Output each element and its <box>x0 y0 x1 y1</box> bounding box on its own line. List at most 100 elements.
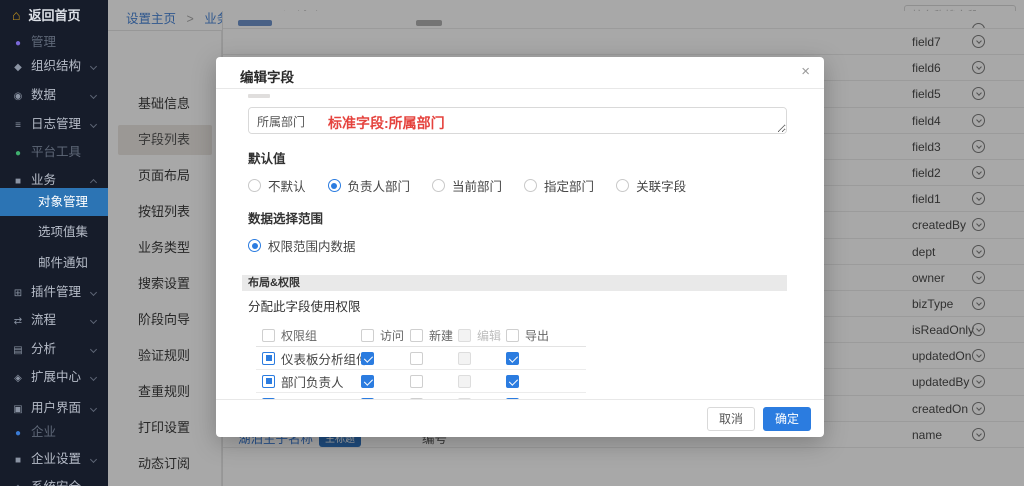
security-icon: ◇ <box>12 475 24 486</box>
permission-table: 权限组 访问 新建 编辑 导出 仪表板分析组件 部门负责人 <box>256 324 586 399</box>
analysis-icon: ▤ <box>12 337 24 365</box>
radio-option-no-default[interactable]: 不默认 <box>248 176 306 195</box>
cancel-button[interactable]: 取消 <box>707 407 755 431</box>
enterprise-icon: ● <box>12 420 24 448</box>
radio-icon[interactable] <box>432 179 445 192</box>
primary-sidebar: ⌂ 返回首页 ● 管理 ◆ 组织结构 ◉数据 ≡日志管理 ●平台工具 ■ 业务 对象管理… <box>0 0 108 486</box>
chevron-down-icon <box>90 92 97 99</box>
chevron-down-icon <box>90 405 97 412</box>
default-value-label: 默认值 <box>248 148 792 167</box>
sidebar-item-label: 企业 <box>31 425 56 439</box>
sidebar-item-option-sets[interactable]: 选项值集 <box>0 218 108 246</box>
radio-option-permission-scope[interactable]: 权限范围内数据 <box>248 236 356 255</box>
radio-icon[interactable] <box>616 179 629 192</box>
permission-header-row: 权限组 访问 新建 编辑 导出 <box>256 324 586 347</box>
sidebar-item-label: 扩展中心 <box>31 370 81 384</box>
workflow-icon: ⇄ <box>12 308 24 336</box>
sidebar-item-enterprise-settings[interactable]: ■企业设置 <box>0 445 108 473</box>
chevron-down-icon <box>90 456 97 463</box>
create-checkbox[interactable] <box>410 352 423 365</box>
field-name-group: 所属部门 标准字段:所属部门 <box>248 107 792 134</box>
radio-checked-icon[interactable] <box>248 239 261 252</box>
chevron-down-icon <box>90 346 97 353</box>
col-export-label: 导出 <box>525 327 549 344</box>
sidebar-item-label: 分析 <box>31 342 56 356</box>
org-structure-icon: ◆ <box>12 54 24 82</box>
radio-option-current-dept[interactable]: 当前部门 <box>432 176 502 195</box>
radio-checked-icon[interactable] <box>328 179 341 192</box>
enterprise-settings-icon: ■ <box>12 447 24 475</box>
access-checkbox[interactable] <box>361 352 374 365</box>
close-icon[interactable]: × <box>801 64 810 79</box>
plugin-icon: ⊞ <box>12 280 24 308</box>
chevron-down-icon <box>90 63 97 70</box>
sidebar-item-log-mgmt[interactable]: ≡日志管理 <box>0 110 108 138</box>
sidebar-item-enterprise[interactable]: ● 企业 <box>0 418 108 446</box>
row-indeterminate-checkbox[interactable] <box>262 352 275 365</box>
sidebar-item-system-security[interactable]: ◇ 系统安全 <box>0 473 108 486</box>
radio-option-specified-dept[interactable]: 指定部门 <box>524 176 594 195</box>
sidebar-item-label: 管理 <box>31 35 56 49</box>
col-access-checkbox[interactable] <box>361 329 374 342</box>
sidebar-item-label: 选项值集 <box>38 225 88 239</box>
sidebar-item-back-home[interactable]: ⌂ 返回首页 <box>0 0 108 30</box>
sidebar-item-plugin-mgmt[interactable]: ⊞ 插件管理 <box>0 278 108 306</box>
export-checkbox[interactable] <box>506 375 519 388</box>
sidebar-item-org-structure[interactable]: ◆ 组织结构 <box>0 52 108 80</box>
field-name-textarea[interactable]: 所属部门 <box>248 107 787 134</box>
sidebar-item-label: 插件管理 <box>31 285 81 299</box>
permission-group-name: 部门负责人 <box>281 372 344 391</box>
sidebar-item-mail-notify[interactable]: 邮件通知 <box>0 249 108 277</box>
app-window: ⌂ 返回首页 ● 管理 ◆ 组织结构 ◉数据 ≡日志管理 ●平台工具 ■ 业务 对象管理… <box>0 0 1024 486</box>
sidebar-item-object-mgmt[interactable]: 对象管理 <box>0 188 108 216</box>
chevron-down-icon <box>90 317 97 324</box>
col-edit-checkbox-disabled <box>458 329 471 342</box>
sidebar-item-label: 业务 <box>31 173 56 187</box>
col-export-checkbox[interactable] <box>506 329 519 342</box>
clipped-field-label <box>248 94 270 98</box>
sidebar-item-analysis[interactable]: ▤ 分析 <box>0 335 108 363</box>
modal-body: 所属部门 标准字段:所属部门 默认值 不默认 负责人部门 当前部门 指定部门 关… <box>216 90 824 399</box>
home-icon: ⌂ <box>12 7 20 23</box>
chevron-up-icon <box>90 179 97 186</box>
sidebar-item-extension-center[interactable]: ◈ 扩展中心 <box>0 363 108 391</box>
modal-header: 编辑字段 × <box>216 57 824 89</box>
radio-label: 关联字段 <box>636 176 686 195</box>
chevron-down-icon <box>90 289 97 296</box>
sidebar-item-label: 系统安全 <box>31 480 81 486</box>
layout-permission-bar: 布局&权限 <box>242 275 787 291</box>
default-value-options: 不默认 负责人部门 当前部门 指定部门 关联字段 <box>248 176 792 195</box>
col-create-checkbox[interactable] <box>410 329 423 342</box>
modal-title: 编辑字段 <box>240 66 294 86</box>
permission-row-dept-head: 部门负责人 <box>256 370 586 393</box>
access-checkbox[interactable] <box>361 375 374 388</box>
col-create-label: 新建 <box>429 327 453 344</box>
radio-option-owner-dept[interactable]: 负责人部门 <box>328 176 411 195</box>
confirm-button[interactable]: 确定 <box>763 407 811 431</box>
sidebar-item-workflow[interactable]: ⇄ 流程 <box>0 306 108 334</box>
radio-icon[interactable] <box>248 179 261 192</box>
sidebar-item-label: 流程 <box>31 313 56 327</box>
export-checkbox[interactable] <box>506 352 519 365</box>
radio-label: 当前部门 <box>452 176 502 195</box>
radio-icon[interactable] <box>524 179 537 192</box>
sidebar-item-label: 组织结构 <box>31 59 81 73</box>
extension-icon: ◈ <box>12 365 24 393</box>
create-checkbox[interactable] <box>410 375 423 388</box>
edit-checkbox-disabled <box>458 375 471 388</box>
sidebar-home-label: 返回首页 <box>28 8 80 23</box>
data-scope-label: 数据选择范围 <box>248 208 792 227</box>
sidebar-item-label: 用户界面 <box>31 401 81 415</box>
sidebar-item-label: 平台工具 <box>31 145 81 159</box>
select-all-checkbox[interactable] <box>262 329 275 342</box>
sidebar-item-data[interactable]: ◉数据 <box>0 81 108 109</box>
chevron-down-icon <box>90 121 97 128</box>
data-scope-options: 权限范围内数据 <box>248 236 792 255</box>
sidebar-item-platform-tools[interactable]: ●平台工具 <box>0 138 108 166</box>
radio-option-related-field[interactable]: 关联字段 <box>616 176 686 195</box>
row-indeterminate-checkbox[interactable] <box>262 375 275 388</box>
modal-footer: 取消 确定 <box>216 399 824 437</box>
sidebar-item-label: 日志管理 <box>31 117 81 131</box>
radio-label: 不默认 <box>268 176 306 195</box>
data-icon: ◉ <box>12 83 24 111</box>
